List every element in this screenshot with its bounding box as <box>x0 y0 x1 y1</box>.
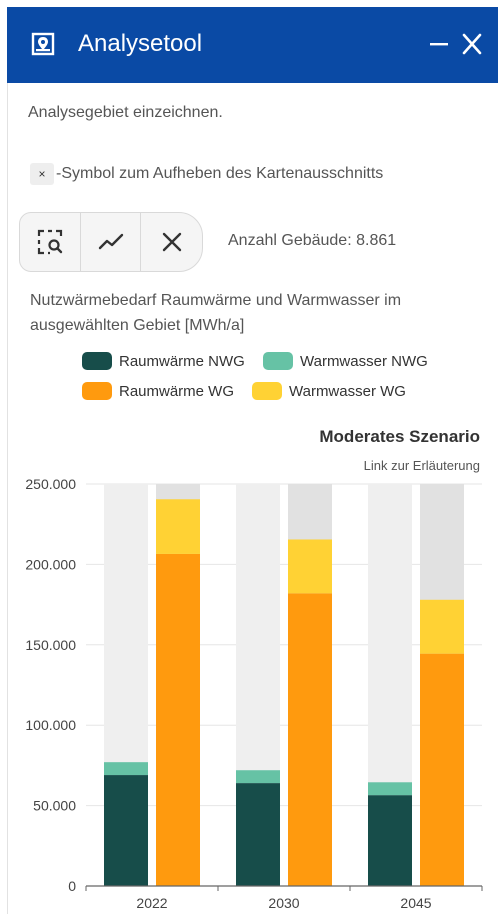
select-area-button[interactable] <box>20 213 81 271</box>
legend-swatch <box>82 352 112 370</box>
building-count-value: 8.861 <box>356 232 397 249</box>
y-tick-label: 50.000 <box>33 798 76 814</box>
title-bar: Analysetool <box>7 7 498 83</box>
x-tick-label: 2022 <box>136 895 167 911</box>
bar-segment <box>156 499 200 554</box>
bar-segment <box>156 553 200 886</box>
bar-chart: 0 50.000 100.000 150.000 200.000 250.000 2022 2… <box>25 476 483 911</box>
window-title: Analysetool <box>78 30 203 57</box>
bar-segment <box>368 782 412 796</box>
x-tick-label: 2030 <box>268 895 299 911</box>
minimize-button[interactable] <box>424 27 454 61</box>
draw-hint: Analysegebiet einzeichnen. <box>28 104 223 121</box>
legend-item[interactable]: Warmwasser NWG <box>263 352 428 370</box>
legend-label: Raumwärme WG <box>119 382 235 400</box>
chart-description: Nutzwärmebedarf Raumwärme und Warmwasser… <box>30 292 402 334</box>
x-tick-label: 2045 <box>400 895 431 911</box>
legend-item[interactable]: Raumwärme NWG <box>82 352 245 370</box>
bar-segment <box>288 539 332 594</box>
close-button[interactable] <box>457 27 487 61</box>
legend-item[interactable]: Raumwärme WG <box>82 382 234 400</box>
minimize-icon <box>430 43 448 46</box>
legend-label: Warmwasser NWG <box>300 352 428 370</box>
clear-hint: × -Symbol zum Aufheben des Kartenausschn… <box>30 163 383 185</box>
bar-segment <box>104 775 148 886</box>
map-marker-icon <box>31 32 55 56</box>
line-chart-icon <box>98 233 123 250</box>
bar-segment <box>420 653 464 886</box>
y-tick-label: 0 <box>68 878 76 894</box>
bar-segment <box>368 795 412 886</box>
analysis-toolbar <box>19 212 203 272</box>
building-count: Anzahl Gebäude: 8.861 <box>228 232 396 250</box>
legend-label: Raumwärme NWG <box>119 352 245 370</box>
clear-symbol: × <box>30 163 54 185</box>
clear-hint-text: -Symbol zum Aufheben des Kartenausschnit… <box>56 165 384 182</box>
legend-swatch <box>263 352 293 370</box>
y-tick-label: 100.000 <box>25 717 76 733</box>
chart-title: Moderates Szenario <box>319 427 480 446</box>
legend-swatch <box>82 382 112 400</box>
building-count-label: Anzahl Gebäude: <box>228 232 352 249</box>
legend-swatch <box>252 382 282 400</box>
draw-line-button[interactable] <box>81 213 142 271</box>
bar-segment <box>236 770 280 784</box>
y-tick-label: 200.000 <box>25 556 76 572</box>
zoom-select-icon <box>37 229 63 255</box>
legend-item[interactable]: Warmwasser WG <box>252 382 406 400</box>
close-icon <box>462 33 482 55</box>
close-icon <box>162 232 181 252</box>
clear-selection-button[interactable] <box>141 213 202 271</box>
bar-segment <box>236 783 280 886</box>
bar-segment <box>104 762 148 776</box>
y-tick-label: 250.000 <box>25 476 76 492</box>
bar-segment <box>420 599 464 654</box>
y-tick-label: 150.000 <box>25 637 76 653</box>
bar-segment <box>288 593 332 886</box>
legend-label: Warmwasser WG <box>289 382 406 400</box>
